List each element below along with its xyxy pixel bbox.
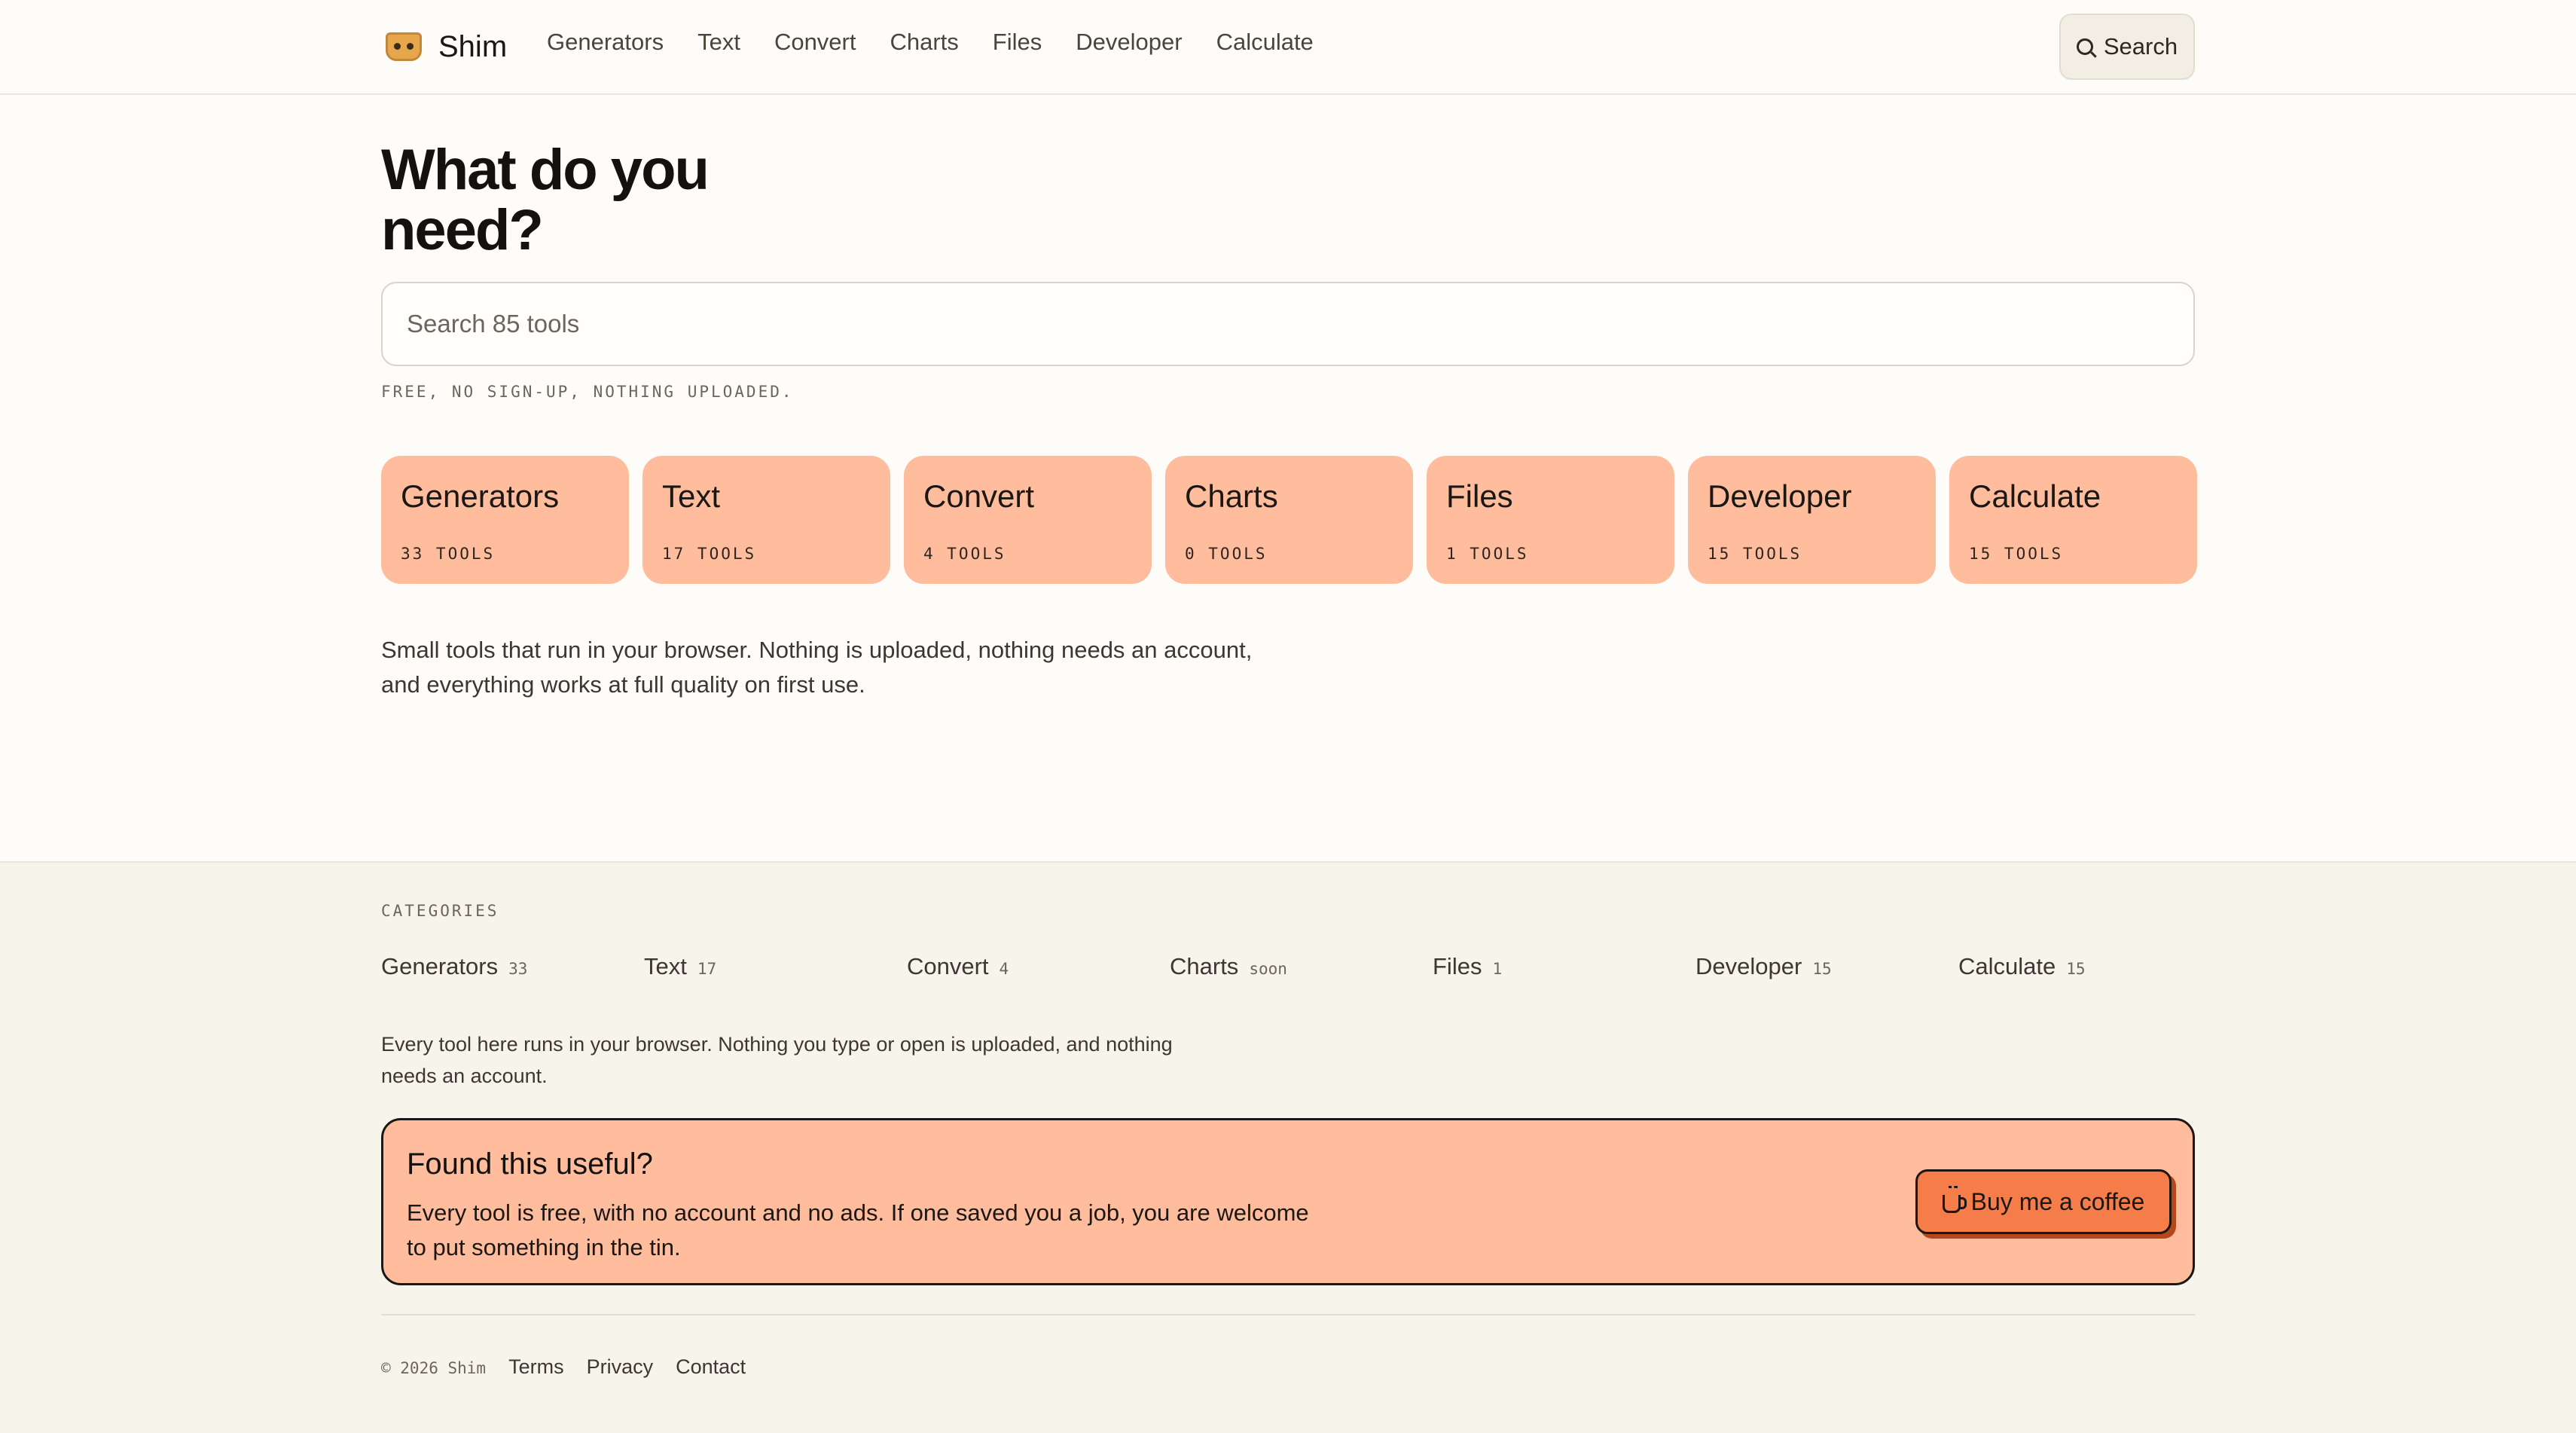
nav-convert[interactable]: Convert	[774, 27, 856, 57]
header-search-button[interactable]: Search	[2059, 14, 2195, 80]
category-card-count: 15 TOOLS	[1969, 545, 2064, 563]
footer-link-count: 15	[1812, 960, 1832, 978]
copyright: © 2026 Shim	[381, 1359, 487, 1377]
category-card-files[interactable]: Files 1 TOOLS	[1427, 456, 1674, 584]
category-card-count: 15 TOOLS	[1708, 545, 1802, 563]
category-card-title: Generators	[401, 478, 560, 514]
footer-link-count: 1	[1492, 960, 1503, 978]
nav-files[interactable]: Files	[993, 27, 1042, 57]
nav-generators[interactable]: Generators	[547, 27, 664, 57]
footer-link-label: Files	[1433, 953, 1482, 979]
shim-logo-icon	[386, 32, 422, 61]
tool-search-input[interactable]	[381, 282, 2195, 366]
footer-link-count: 4	[999, 960, 1009, 978]
support-text: Every tool is free, with no account and …	[407, 1199, 1309, 1260]
footer-note: Every tool here runs in your browser. No…	[381, 1033, 1173, 1087]
category-card-title: Files	[1446, 478, 1513, 514]
main-nav: Generators Text Convert Charts Files Dev…	[547, 27, 1348, 57]
footer-link-label: Calculate	[1958, 953, 2056, 979]
category-card-title: Developer	[1708, 478, 1852, 514]
category-card-count: 0 TOOLS	[1185, 545, 1268, 563]
category-card-charts[interactable]: Charts 0 TOOLS	[1165, 456, 1413, 584]
footer-categories-heading: CATEGORIES	[381, 902, 499, 920]
category-card-title: Text	[662, 478, 721, 514]
footer-divider	[381, 1314, 2195, 1315]
footer-link-convert[interactable]: Convert 4	[907, 953, 1170, 980]
page-title-line-2: need?	[381, 198, 544, 262]
nav-text[interactable]: Text	[697, 27, 740, 57]
nav-charts[interactable]: Charts	[890, 27, 958, 57]
category-card-count: 1 TOOLS	[1446, 545, 1529, 563]
category-card-count: 4 TOOLS	[923, 545, 1006, 563]
nav-developer[interactable]: Developer	[1076, 27, 1182, 57]
footer-link-label: Text	[644, 953, 687, 979]
footer-legal: © 2026 Shim Terms Privacy Contact	[381, 1355, 768, 1379]
category-card-title: Calculate	[1969, 478, 2101, 514]
page-title-line-1: What do you	[381, 138, 710, 202]
footer-link-files[interactable]: Files 1	[1433, 953, 1695, 980]
site-header: Shim Generators Text Convert Charts File…	[0, 0, 2576, 95]
brand-logo-link[interactable]: Shim	[386, 27, 507, 66]
category-card-title: Convert	[923, 478, 1035, 514]
buy-me-a-coffee-button[interactable]: Buy me a coffee	[1915, 1169, 2172, 1234]
coffee-button-label: Buy me a coffee	[1970, 1187, 2145, 1215]
nav-calculate[interactable]: Calculate	[1216, 27, 1314, 57]
footer-link-generators[interactable]: Generators 33	[381, 953, 644, 980]
category-cards: Generators 33 TOOLS Text 17 TOOLS Conver…	[381, 456, 2197, 584]
footer-link-label: Developer	[1695, 953, 1802, 979]
search-icon	[2076, 38, 2093, 55]
category-card-text[interactable]: Text 17 TOOLS	[642, 456, 890, 584]
site-footer: CATEGORIES Generators 33 Text 17 Convert…	[0, 861, 2576, 1433]
footer-link-count: 15	[2066, 960, 2086, 978]
brand-name: Shim	[438, 29, 508, 63]
category-card-count: 33 TOOLS	[401, 545, 496, 563]
intro-text: Small tools that run in your browser. No…	[381, 637, 1253, 698]
footer-link-label: Charts	[1170, 953, 1239, 979]
terms-link[interactable]: Terms	[508, 1355, 564, 1379]
footer-link-developer[interactable]: Developer 15	[1695, 953, 1958, 980]
page-title: What do you need?	[381, 140, 833, 261]
category-card-count: 17 TOOLS	[662, 545, 757, 563]
footer-link-count: soon	[1249, 960, 1287, 978]
contact-link[interactable]: Contact	[676, 1355, 746, 1379]
coffee-cup-icon	[1942, 1186, 1967, 1213]
footer-link-count: 17	[697, 960, 717, 978]
tagline: FREE, NO SIGN-UP, NOTHING UPLOADED.	[381, 383, 794, 401]
footer-link-label: Generators	[381, 953, 499, 979]
category-card-calculate[interactable]: Calculate 15 TOOLS	[1949, 456, 2197, 584]
category-card-generators[interactable]: Generators 33 TOOLS	[381, 456, 629, 584]
footer-link-text[interactable]: Text 17	[644, 953, 907, 980]
footer-link-count: 33	[508, 960, 528, 978]
footer-link-calculate[interactable]: Calculate 15	[1958, 953, 2221, 980]
category-card-developer[interactable]: Developer 15 TOOLS	[1688, 456, 1936, 584]
header-search-label: Search	[2103, 33, 2178, 60]
support-title: Found this useful?	[407, 1147, 653, 1181]
support-box: Found this useful? Every tool is free, w…	[381, 1118, 2195, 1285]
privacy-link[interactable]: Privacy	[587, 1355, 654, 1379]
category-card-convert[interactable]: Convert 4 TOOLS	[904, 456, 1152, 584]
category-card-title: Charts	[1185, 478, 1278, 514]
footer-link-charts[interactable]: Charts soon	[1170, 953, 1433, 980]
footer-category-links: Generators 33 Text 17 Convert 4 Charts s…	[381, 953, 2221, 980]
footer-link-label: Convert	[907, 953, 989, 979]
